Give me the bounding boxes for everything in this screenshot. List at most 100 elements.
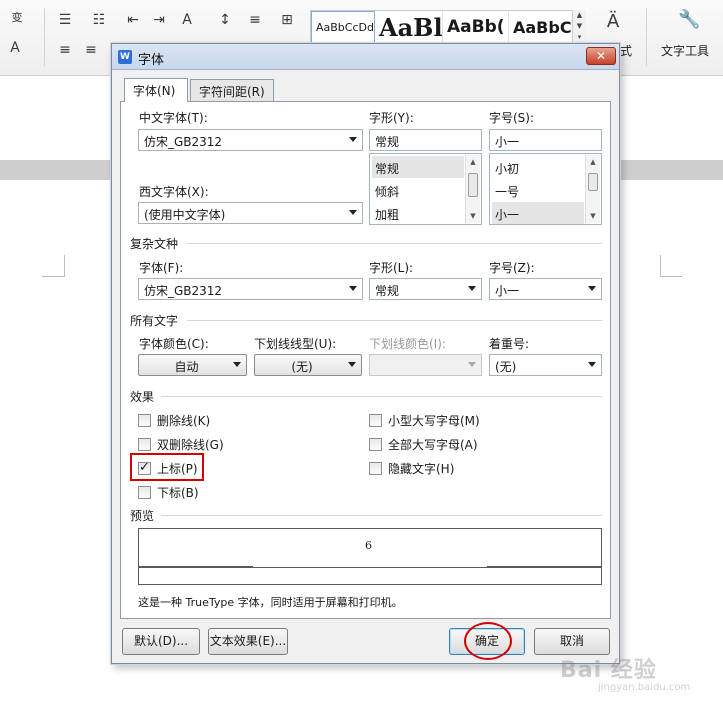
font-style-list[interactable]: 常规 倾斜 加粗 ▲ ▼ [369, 153, 482, 225]
strikethrough-option[interactable]: 删除线(K) [138, 412, 210, 429]
phonetic-guide-icon[interactable]: 变 [8, 10, 26, 26]
page-corner-mark [42, 276, 64, 277]
font-style-option[interactable]: 倾斜 [372, 179, 464, 201]
dialog-title: 字体 [138, 53, 165, 68]
chevron-down-icon [233, 362, 241, 367]
all-caps-option[interactable]: 全部大写字母(A) [369, 436, 478, 453]
dialog-title-bar[interactable]: W 字体 ✕ [112, 44, 619, 70]
page-corner-mark [64, 255, 65, 277]
style-sample-heading3[interactable]: AaBbC( [509, 11, 575, 43]
emphasis-mark-value: (无) [495, 360, 517, 374]
scroll-thumb[interactable] [588, 173, 598, 191]
text-tools-button[interactable]: 文字工具 [661, 42, 709, 59]
increase-indent-icon[interactable]: ⇥ [150, 12, 168, 28]
chevron-down-icon [588, 362, 596, 367]
style-sample-heading2[interactable]: AaBb( [443, 11, 509, 43]
underline-type-label: 下划线线型(U): [254, 337, 337, 351]
sort-icon[interactable]: ↕ [216, 12, 234, 28]
close-button[interactable]: ✕ [586, 47, 616, 65]
tab-font[interactable]: 字体(N) [124, 78, 188, 102]
numbered-list-icon[interactable]: ☷ [90, 12, 108, 28]
underline-type-dropdown[interactable]: (无) [254, 354, 362, 376]
complex-font-select[interactable]: 仿宋_GB2312 [138, 278, 363, 300]
scroll-up-icon[interactable]: ▲ [586, 155, 600, 169]
font-style-option[interactable]: 加粗 [372, 202, 464, 224]
strikethrough-checkbox[interactable] [138, 414, 151, 427]
style-sample-heading1[interactable]: AaBl [375, 11, 443, 43]
chevron-down-icon [348, 362, 356, 367]
emphasis-mark-select[interactable]: (无) [489, 354, 602, 376]
western-font-select[interactable]: (使用中文字体) [138, 202, 363, 224]
complex-style-select[interactable]: 常规 [369, 278, 482, 300]
hidden-text-option[interactable]: 隐藏文字(H) [369, 460, 454, 477]
line-spacing-icon[interactable]: ≡ [246, 12, 264, 28]
scroll-up-icon[interactable]: ▲ [466, 155, 480, 169]
scroll-thumb[interactable] [468, 173, 478, 197]
preview-group-title: 预览 [130, 509, 155, 523]
ribbon-separator [44, 8, 45, 66]
decrease-indent-icon[interactable]: ⇤ [124, 12, 142, 28]
emphasis-mark-label: 着重号: [489, 337, 530, 351]
font-size-input[interactable]: 小一 [489, 129, 602, 151]
font-size-option[interactable]: 小一 [492, 202, 584, 224]
align-center-icon[interactable]: ≡ [82, 42, 100, 58]
underline-color-select[interactable] [369, 354, 482, 376]
double-strikethrough-checkbox[interactable] [138, 438, 151, 451]
subscript-option[interactable]: 下标(B) [138, 484, 199, 501]
chinese-font-value: 仿宋_GB2312 [144, 135, 223, 149]
font-size-option[interactable]: 小初 [492, 156, 584, 178]
complex-font-label: 字体(F): [139, 261, 184, 275]
subscript-checkbox[interactable] [138, 486, 151, 499]
complex-size-value: 小一 [495, 284, 520, 298]
text-effects-button[interactable]: 文本效果(E)... [208, 628, 288, 655]
styles-label-partial: 式 [620, 44, 633, 58]
font-size-list[interactable]: 小初 一号 小一 ▲ ▼ [489, 153, 602, 225]
font-size-scrollbar[interactable]: ▲ ▼ [585, 155, 600, 223]
new-style-icon[interactable]: Ä [604, 13, 622, 31]
tab-character-spacing[interactable]: 字符间距(R) [190, 79, 274, 101]
effects-group-title: 效果 [130, 390, 155, 404]
complex-font-value: 仿宋_GB2312 [144, 284, 223, 298]
preview-box: 6 [138, 528, 602, 585]
text-direction-icon[interactable]: A [178, 12, 196, 28]
group-divider [161, 515, 602, 516]
bullet-list-icon[interactable]: ☰ [56, 12, 74, 28]
style-gallery[interactable]: AaBbCcDd AaBl AaBb( AaBbC( [310, 10, 586, 44]
cancel-button[interactable]: 取消 [534, 628, 610, 655]
group-divider [187, 243, 602, 244]
font-size-option[interactable]: 一号 [492, 179, 584, 201]
font-style-scrollbar[interactable]: ▲ ▼ [465, 155, 480, 223]
align-left-icon[interactable]: ≡ [56, 42, 74, 58]
western-font-label: 西文字体(X): [139, 185, 209, 199]
scroll-down-icon[interactable]: ▼ [466, 209, 480, 223]
borders-icon[interactable]: ⊞ [278, 12, 296, 28]
preview-baseline [487, 566, 601, 567]
complex-style-value: 常规 [375, 284, 400, 298]
clear-format-icon[interactable]: A [6, 40, 24, 56]
font-size-label: 字号(S): [489, 111, 535, 125]
gallery-scroll-arrows[interactable]: ▲ ▼ ▾ [572, 10, 586, 44]
font-style-input[interactable]: 常规 [369, 129, 482, 151]
page-corner-mark [660, 276, 682, 277]
style-sample-normal[interactable]: AaBbCcDd [311, 11, 375, 43]
font-style-option[interactable]: 常规 [372, 156, 464, 178]
all-text-group-title: 所有文字 [130, 314, 179, 328]
hidden-text-checkbox[interactable] [369, 462, 382, 475]
all-caps-checkbox[interactable] [369, 438, 382, 451]
chevron-down-icon [468, 286, 476, 291]
double-strikethrough-option[interactable]: 双删除线(G) [138, 436, 224, 453]
small-caps-label: 小型大写字母(M) [388, 414, 480, 428]
font-color-dropdown[interactable]: 自动 [138, 354, 247, 376]
default-button[interactable]: 默认(D)... [122, 628, 200, 655]
chevron-down-icon [349, 137, 357, 142]
wrench-icon[interactable]: 🔧 [678, 11, 700, 29]
group-divider [187, 320, 602, 321]
small-caps-checkbox[interactable] [369, 414, 382, 427]
small-caps-option[interactable]: 小型大写字母(M) [369, 412, 480, 429]
chinese-font-select[interactable]: 仿宋_GB2312 [138, 129, 363, 151]
page-corner-mark [660, 255, 661, 277]
group-divider [161, 396, 602, 397]
double-strikethrough-label: 双删除线(G) [157, 438, 224, 452]
complex-size-select[interactable]: 小一 [489, 278, 602, 300]
scroll-down-icon[interactable]: ▼ [586, 209, 600, 223]
